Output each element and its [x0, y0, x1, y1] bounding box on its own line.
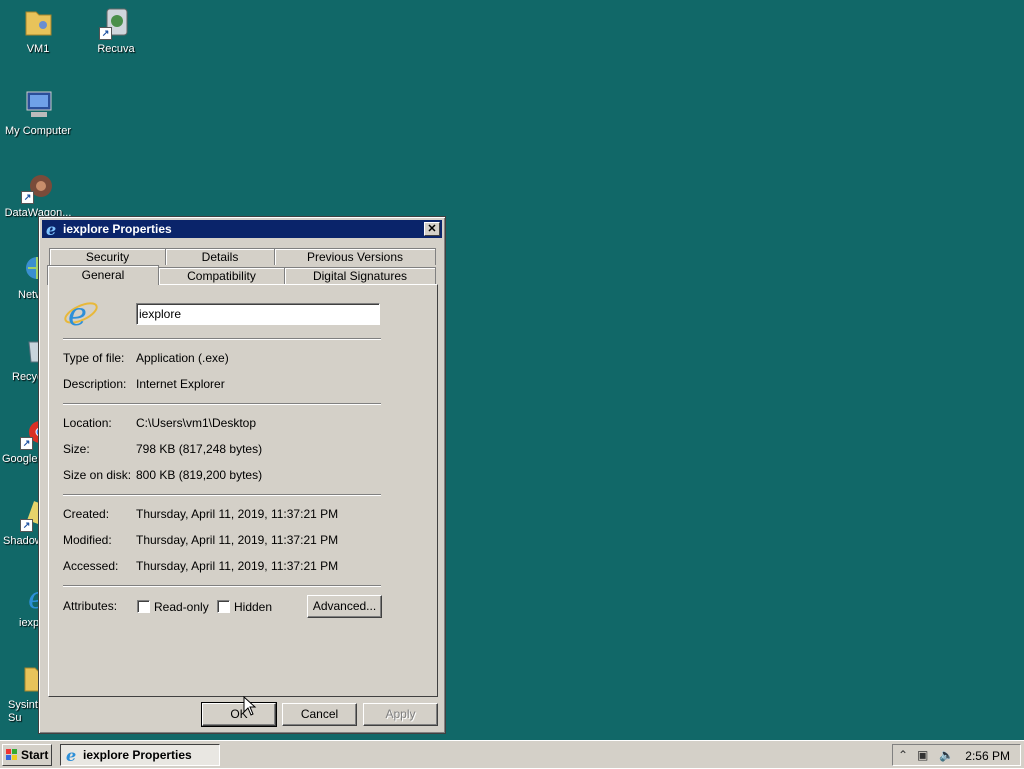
shortcut-arrow-icon: ↗: [21, 191, 34, 204]
system-tray: ⌃ ▣ 🔈 2:56 PM: [892, 744, 1021, 766]
start-label: Start: [21, 748, 49, 762]
description-value: Internet Explorer: [136, 377, 225, 391]
cancel-button[interactable]: Cancel: [282, 703, 357, 726]
modified-label: Modified:: [63, 533, 112, 547]
created-value: Thursday, April 11, 2019, 11:37:21 PM: [136, 507, 339, 521]
tab-label: Details: [201, 250, 239, 264]
taskbar-item-label: iexplore Properties: [83, 748, 192, 762]
desktop-icon-label: Recuva: [97, 43, 135, 55]
chevron-up-icon[interactable]: ⌃: [898, 748, 908, 762]
separator: [63, 338, 381, 340]
file-name-input[interactable]: [136, 303, 380, 325]
properties-dialog: e iexplore Properties ✕ Security Details…: [38, 216, 446, 734]
ie-icon: e: [45, 220, 61, 240]
desktop-icon-recuva[interactable]: ↗ Recuva: [78, 6, 154, 56]
desktop-icon-label: VM1: [26, 43, 50, 55]
windows-flag-icon: [6, 749, 17, 760]
desktop-icon-vm1[interactable]: VM1: [0, 6, 76, 56]
ie-icon: e: [65, 746, 81, 769]
size-label: Size:: [63, 442, 90, 456]
desktop-icon-datawagon[interactable]: ↗ DataWagon...: [0, 170, 76, 220]
tab-digital-signatures[interactable]: Digital Signatures: [284, 267, 436, 284]
tab-label: Previous Versions: [306, 250, 404, 264]
dialog-titlebar[interactable]: e iexplore Properties ✕: [42, 220, 442, 240]
attributes-label: Attributes:: [63, 599, 118, 613]
separator: [63, 585, 381, 587]
read-only-checkbox[interactable]: [137, 600, 150, 613]
location-label: Location:: [63, 416, 112, 430]
network-tray-icon[interactable]: ▣: [917, 748, 928, 762]
tab-general[interactable]: General: [47, 265, 159, 285]
ok-button[interactable]: OK: [201, 702, 277, 727]
taskbar: Start e iexplore Properties ⌃ ▣ 🔈 2:56 P…: [0, 740, 1024, 768]
tab-label: Digital Signatures: [312, 269, 408, 283]
created-label: Created:: [63, 507, 110, 521]
separator: [63, 494, 381, 496]
advanced-button[interactable]: Advanced...: [307, 595, 382, 618]
tab-label: Compatibility: [187, 269, 256, 283]
dialog-title: iexplore Properties: [63, 222, 172, 236]
description-label: Description:: [63, 377, 127, 391]
size-on-disk-value: 800 KB (819,200 bytes): [136, 468, 263, 482]
tab-compatibility[interactable]: Compatibility: [158, 267, 285, 284]
desktop-icon-label: My Computer: [4, 125, 72, 137]
location-value: C:\Users\vm1\Desktop: [136, 416, 257, 430]
svg-text:e: e: [66, 747, 76, 763]
recuva-icon: ↗: [99, 6, 133, 40]
clock[interactable]: 2:56 PM: [965, 749, 1010, 763]
accessed-label: Accessed:: [63, 559, 119, 573]
svg-text:e: e: [68, 295, 87, 331]
mouse-cursor-icon: [243, 695, 257, 719]
apply-button[interactable]: Apply: [363, 703, 438, 726]
tab-details[interactable]: Details: [165, 248, 275, 265]
ie-icon: e: [63, 295, 99, 334]
size-on-disk-label: Size on disk:: [63, 468, 132, 482]
type-label: Type of file:: [63, 351, 125, 365]
type-value: Application (.exe): [136, 351, 229, 365]
tab-previous-versions[interactable]: Previous Versions: [274, 248, 436, 265]
close-button[interactable]: ✕: [424, 222, 440, 236]
svg-text:e: e: [46, 221, 56, 237]
general-tab-panel: e Type of file: Application (.exe) Descr…: [48, 284, 438, 697]
separator: [63, 403, 381, 405]
hidden-label: Hidden: [234, 600, 273, 614]
datawagon-icon: ↗: [21, 170, 55, 204]
tab-label: General: [81, 268, 125, 282]
tab-label: Security: [85, 250, 130, 264]
tab-security[interactable]: Security: [49, 248, 166, 265]
desktop: VM1 ↗ Recuva My Computer ↗ DataWagon... …: [0, 0, 1024, 740]
desktop-icon-my-computer[interactable]: My Computer: [0, 88, 76, 138]
hidden-checkbox[interactable]: [217, 600, 230, 613]
shortcut-arrow-icon: ↗: [99, 27, 112, 40]
folder-user-icon: [21, 6, 55, 40]
modified-value: Thursday, April 11, 2019, 11:37:21 PM: [136, 533, 339, 547]
accessed-value: Thursday, April 11, 2019, 11:37:21 PM: [136, 559, 339, 573]
shortcut-arrow-icon: ↗: [20, 437, 33, 450]
speaker-icon[interactable]: 🔈: [939, 748, 954, 762]
size-value: 798 KB (817,248 bytes): [136, 442, 263, 456]
taskbar-item-iexplore-properties[interactable]: e iexplore Properties: [60, 744, 220, 766]
read-only-label: Read-only: [154, 600, 209, 614]
computer-icon: [21, 88, 55, 122]
shortcut-arrow-icon: ↗: [20, 519, 33, 532]
start-button[interactable]: Start: [2, 744, 52, 766]
